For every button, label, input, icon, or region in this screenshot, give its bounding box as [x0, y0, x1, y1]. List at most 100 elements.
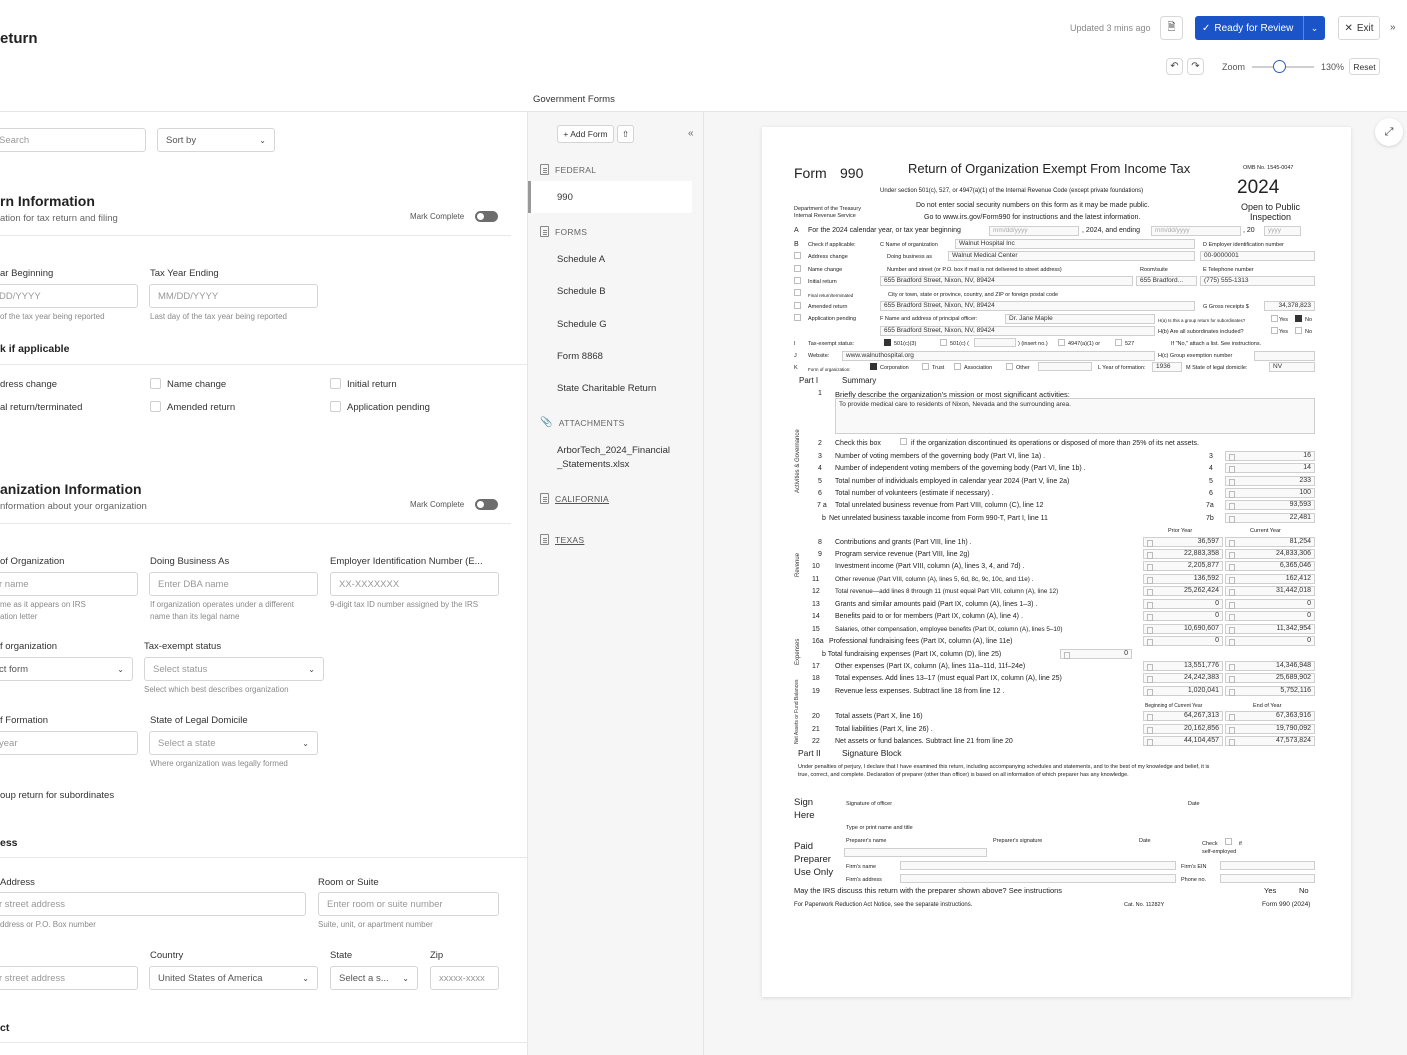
sort-by-select[interactable]: Sort by ⌄	[157, 128, 275, 152]
tax-year-begin-field[interactable]: mm/dd/yyyy	[989, 226, 1079, 236]
attachment-file-line2[interactable]: _Statements.xlsx	[557, 459, 629, 470]
current-year-amount[interactable]: 25,689,902	[1225, 673, 1315, 683]
prior-year-amount[interactable]: 0	[1143, 636, 1223, 646]
mark-complete-toggle[interactable]	[475, 211, 498, 222]
gov-line-amount[interactable]: 22,481	[1225, 513, 1315, 523]
collapse-left-icon[interactable]: «	[688, 128, 694, 139]
beginning-year-amount[interactable]: 44,104,457	[1143, 736, 1223, 746]
firm-address-field[interactable]	[900, 874, 1176, 883]
initial-return-checkbox[interactable]	[330, 378, 341, 389]
exit-button[interactable]: ✕ Exit	[1338, 16, 1380, 40]
discontinued-checkbox[interactable]	[900, 438, 907, 445]
preparer-name-field[interactable]	[844, 848, 987, 857]
tax-year-end-yyyy[interactable]: yyyy	[1264, 226, 1301, 236]
current-year-amount[interactable]: 0	[1225, 599, 1315, 609]
year-formation-input[interactable]: year	[0, 731, 138, 755]
501c3-checkbox[interactable]	[884, 339, 891, 346]
prior-year-amount[interactable]: 2,205,877	[1143, 561, 1223, 571]
end-year-amount[interactable]: 47,573,824	[1225, 736, 1315, 746]
org-name-field[interactable]: Walnut Hospital Inc	[955, 239, 1195, 249]
hb-no-checkbox[interactable]	[1295, 327, 1302, 334]
application-pending-checkbox[interactable]	[330, 401, 341, 412]
final-return-checkbox[interactable]	[794, 289, 801, 296]
country-select[interactable]: United States of America ⌄	[149, 966, 318, 990]
city-field[interactable]: 655 Bradford Street, Nixon, NV, 89424	[880, 301, 1195, 311]
mark-complete-toggle[interactable]	[475, 499, 498, 510]
reset-zoom-button[interactable]: Reset	[1349, 58, 1380, 75]
tax-year-ending-input[interactable]: MM/DD/YYYY	[149, 284, 318, 308]
prior-year-amount[interactable]: 13,551,776	[1143, 661, 1223, 671]
nav-item-state-charitable[interactable]: State Charitable Return	[557, 383, 656, 394]
prior-year-amount[interactable]: 36,597	[1143, 537, 1223, 547]
hb-yes-checkbox[interactable]	[1271, 327, 1278, 334]
nav-section-federal[interactable]: FEDERAL	[540, 164, 596, 175]
current-year-amount[interactable]: 0	[1225, 636, 1315, 646]
name-change-checkbox[interactable]	[150, 378, 161, 389]
dba-input[interactable]: Enter DBA name	[149, 572, 318, 596]
nav-section-attachments[interactable]: 📎 ATTACHMENTS	[540, 417, 625, 428]
current-year-amount[interactable]: 162,412	[1225, 574, 1315, 584]
zip-input[interactable]: xxxxx-xxxx	[430, 966, 499, 990]
room-input[interactable]: Enter room or suite number	[318, 892, 499, 916]
ready-for-review-button[interactable]: ✓ Ready for Review ⌄	[1195, 16, 1325, 40]
gov-line-amount[interactable]: 93,593	[1225, 500, 1315, 510]
form-of-org-select[interactable]: ct form ⌄	[0, 657, 133, 681]
amended-return-checkbox[interactable]	[150, 401, 161, 412]
group-exemption-field[interactable]	[1254, 351, 1315, 361]
beginning-year-amount[interactable]: 64,267,313	[1143, 711, 1223, 721]
state-select[interactable]: Select a s... ⌄	[330, 966, 418, 990]
amended-return-checkbox[interactable]	[794, 302, 801, 309]
501c-number-field[interactable]	[974, 338, 1016, 347]
current-year-amount[interactable]: 5,752,116	[1225, 686, 1315, 696]
phone-no-field[interactable]	[1220, 874, 1315, 883]
principal-address-field[interactable]: 655 Bradford Street, Nixon, NV, 89424	[880, 326, 1155, 336]
domicile-field[interactable]: NV	[1269, 362, 1315, 372]
redo-button[interactable]: ↷	[1187, 58, 1204, 75]
tax-exempt-select[interactable]: Select status ⌄	[144, 657, 324, 681]
expand-button[interactable]: ⤢	[1375, 118, 1403, 146]
ha-no-checkbox[interactable]	[1295, 315, 1302, 322]
search-input[interactable]: Search	[0, 128, 146, 152]
trust-checkbox[interactable]	[922, 363, 929, 370]
street-field[interactable]: 655 Bradford Street, Nixon, NV, 89424	[880, 276, 1133, 286]
prior-year-amount[interactable]: 0	[1143, 599, 1223, 609]
collapse-right-icon[interactable]: »	[1390, 22, 1396, 33]
gov-line-amount[interactable]: 14	[1225, 463, 1315, 473]
add-form-button[interactable]: + Add Form	[557, 125, 614, 143]
dba-field[interactable]: Walnut Medical Center	[948, 251, 1195, 261]
nav-section-california[interactable]: CALIFORNIA	[540, 493, 609, 504]
nav-item-form-8868[interactable]: Form 8868	[557, 351, 603, 362]
nav-item-schedule-g[interactable]: Schedule G	[557, 319, 607, 330]
nav-item-990[interactable]: 990	[557, 192, 573, 203]
domicile-select[interactable]: Select a state ⌄	[149, 731, 318, 755]
other-checkbox[interactable]	[1006, 363, 1013, 370]
gov-line-amount[interactable]: 16	[1225, 451, 1315, 461]
initial-return-checkbox[interactable]	[794, 277, 801, 284]
nav-item-schedule-b[interactable]: Schedule B	[557, 286, 606, 297]
name-change-checkbox[interactable]	[794, 265, 801, 272]
current-year-amount[interactable]: 14,346,948	[1225, 661, 1315, 671]
website-field[interactable]: www.walnuthospital.org	[842, 351, 1155, 361]
line-16b-amount[interactable]: 0	[1060, 649, 1132, 659]
undo-button[interactable]: ↶	[1166, 58, 1183, 75]
gross-receipts-field[interactable]: 34,378,823	[1264, 301, 1315, 311]
principal-officer-field[interactable]: Dr. Jane Maple	[1005, 314, 1155, 324]
end-year-amount[interactable]: 67,363,916	[1225, 711, 1315, 721]
association-checkbox[interactable]	[954, 363, 961, 370]
street-input[interactable]: r street address	[0, 892, 306, 916]
other-field[interactable]	[1038, 362, 1092, 371]
corporation-checkbox[interactable]	[870, 363, 877, 370]
501c-checkbox[interactable]	[940, 339, 947, 346]
prior-year-amount[interactable]: 1,020,041	[1143, 686, 1223, 696]
firm-ein-field[interactable]	[1220, 861, 1315, 870]
ha-yes-checkbox[interactable]	[1271, 315, 1278, 322]
527-checkbox[interactable]	[1115, 339, 1122, 346]
self-employed-checkbox[interactable]	[1225, 838, 1232, 845]
current-year-amount[interactable]: 6,365,046	[1225, 561, 1315, 571]
preview-button[interactable]: 🗎	[1160, 16, 1183, 40]
gov-line-amount[interactable]: 233	[1225, 476, 1315, 486]
current-year-amount[interactable]: 11,342,954	[1225, 624, 1315, 634]
end-year-amount[interactable]: 19,790,092	[1225, 724, 1315, 734]
nav-item-schedule-a[interactable]: Schedule A	[557, 254, 605, 265]
current-year-amount[interactable]: 31,442,018	[1225, 586, 1315, 596]
